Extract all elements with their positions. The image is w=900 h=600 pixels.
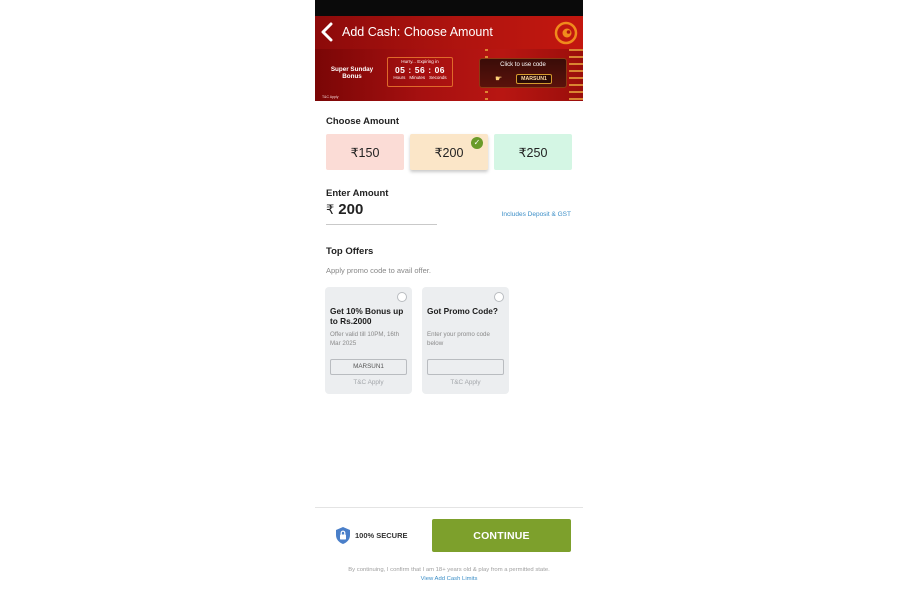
- banner-tc: T&C Apply: [322, 95, 339, 99]
- promo-code-input[interactable]: [427, 359, 504, 375]
- timer-seconds: 06: [434, 65, 446, 75]
- offers-subtitle: Apply promo code to avail offer.: [326, 266, 431, 275]
- timer-minutes: 56: [414, 65, 426, 75]
- disclaimer-text: By continuing, I confirm that I am 18+ y…: [348, 567, 550, 573]
- timer-unit-minutes: Minutes: [409, 75, 426, 80]
- shield-lock-icon: [336, 527, 350, 544]
- page-title: Add Cash: Choose Amount: [342, 25, 493, 39]
- amount-input[interactable]: ₹ 200: [326, 201, 437, 225]
- offer-promo-code[interactable]: MARSUN1: [330, 359, 407, 375]
- amount-option-150[interactable]: ₹150: [326, 134, 404, 170]
- selected-check-icon: ✓: [471, 137, 483, 149]
- amount-option-label: ₹200: [434, 145, 464, 160]
- timer-separator: :: [408, 65, 412, 75]
- timer-unit-hours: Hours: [393, 75, 406, 80]
- offer-card-promo-code[interactable]: Got Promo Code? Enter your promo code be…: [422, 287, 509, 394]
- amount-options: ₹150 ₹200 ✓ ₹250: [326, 134, 572, 170]
- promo-banner[interactable]: Super Sunday Bonus Hurry... Expiring in …: [315, 49, 583, 101]
- back-arrow-icon[interactable]: [320, 22, 334, 42]
- brand-logo-icon: [554, 21, 578, 45]
- offer-card-bonus[interactable]: Get 10% Bonus up to Rs.2000 Offer valid …: [325, 287, 412, 394]
- banner-promo-code[interactable]: MARSUN1: [516, 74, 552, 84]
- offer-tc-link[interactable]: T&C Apply: [422, 379, 509, 386]
- countdown-timer: Hurry... Expiring in 05 : 56 : 06 Hours …: [387, 57, 453, 87]
- phone-screen: Add Cash: Choose Amount Super Sunday Bon…: [315, 0, 583, 600]
- status-bar: [315, 0, 583, 16]
- banner-lights: [569, 49, 583, 101]
- amount-value[interactable]: 200: [338, 201, 363, 218]
- offer-description: Enter your promo code below: [427, 331, 490, 347]
- timer-separator: :: [428, 65, 432, 75]
- deposit-gst-note[interactable]: Includes Deposit & GST: [502, 211, 571, 218]
- offer-title: Get 10% Bonus up to Rs.2000: [330, 306, 404, 326]
- offer-title: Got Promo Code?: [427, 306, 498, 316]
- amount-option-label: ₹150: [350, 145, 380, 160]
- offer-radio[interactable]: [494, 292, 504, 302]
- offer-radio[interactable]: [397, 292, 407, 302]
- age-disclaimer: By continuing, I confirm that I am 18+ y…: [315, 566, 583, 584]
- offer-tc-link[interactable]: T&C Apply: [325, 379, 412, 386]
- secure-badge: 100% SECURE: [335, 526, 408, 545]
- enter-amount-title: Enter Amount: [326, 188, 389, 199]
- continue-button[interactable]: CONTINUE: [432, 519, 571, 552]
- offer-description: Offer valid till 10PM, 16th Mar 2025: [330, 331, 400, 347]
- footer-divider: [315, 507, 583, 508]
- add-cash-limits-link[interactable]: View Add Cash Limits: [315, 575, 583, 584]
- choose-amount-title: Choose Amount: [326, 116, 400, 127]
- timer-label: Hurry... Expiring in: [401, 59, 439, 64]
- amount-option-label: ₹250: [518, 145, 548, 160]
- pointing-hand-icon: ☛: [495, 74, 503, 83]
- amount-option-200[interactable]: ₹200 ✓: [410, 134, 488, 170]
- continue-label: CONTINUE: [473, 529, 530, 542]
- use-code-box[interactable]: Click to use code ☛ MARSUN1: [479, 58, 567, 88]
- timer-digits: 05 : 56 : 06: [388, 65, 452, 75]
- code-prompt: Click to use code: [500, 62, 546, 68]
- timer-unit-seconds: Seconds: [429, 75, 447, 80]
- rupee-symbol: ₹: [326, 202, 335, 217]
- timer-units: Hours Minutes Seconds: [388, 75, 452, 80]
- amount-option-250[interactable]: ₹250: [494, 134, 572, 170]
- timer-hours: 05: [394, 65, 406, 75]
- secure-text: 100% SECURE: [355, 531, 408, 540]
- top-offers-title: Top Offers: [326, 246, 374, 257]
- bonus-title: Super Sunday Bonus: [330, 66, 374, 80]
- app-header: Add Cash: Choose Amount: [315, 16, 583, 49]
